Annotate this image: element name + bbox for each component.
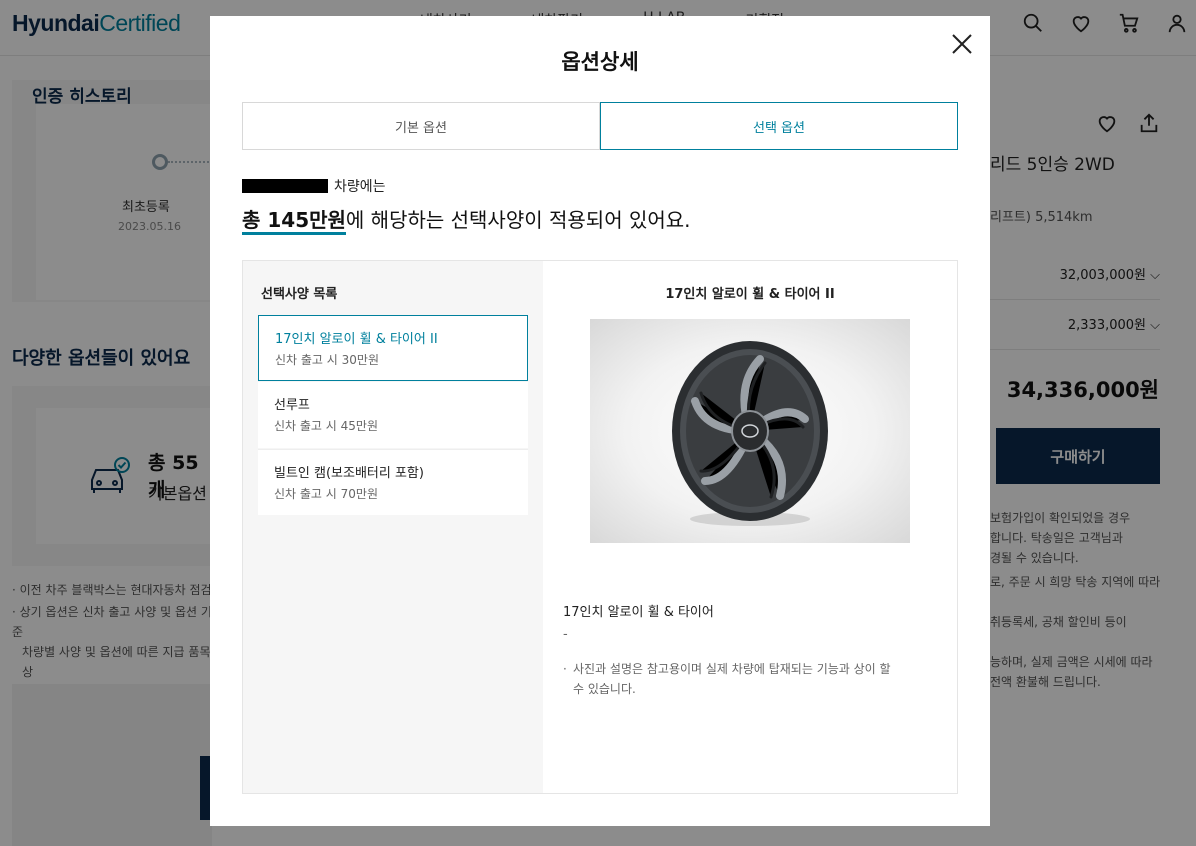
option-detail-modal: 옵션상세 기본 옵션 선택 옵션 차량에는 총 145만원에 해당하는 선택사양… — [210, 16, 990, 826]
tab-basic-options[interactable]: 기본 옵션 — [242, 102, 600, 150]
option-item-sunroof[interactable]: 선루프 신차 출고 시 45만원 — [258, 382, 528, 448]
option-price: 신차 출고 시 70만원 — [274, 487, 378, 501]
option-tabs: 기본 옵션 선택 옵션 — [242, 102, 958, 150]
option-item-alloy-wheel[interactable]: 17인치 알로이 휠 & 타이어 II 신차 출고 시 30만원 — [258, 315, 528, 381]
detail-title: 17인치 알로이 휠 & 타이어 II — [665, 287, 835, 302]
option-content: 선택사양 목록 17인치 알로이 휠 & 타이어 II 신차 출고 시 30만원… — [242, 260, 958, 794]
modal-title: 옵션상세 — [561, 50, 639, 74]
options-summary: 총 145만원에 해당하는 선택사양이 적용되어 있어요. — [242, 204, 691, 235]
option-list-pane: 선택사양 목록 17인치 알로이 휠 & 타이어 II 신차 출고 시 30만원… — [243, 261, 543, 793]
summary-amount: 총 145만원 — [242, 208, 346, 235]
alloy-wheel-image — [590, 319, 910, 543]
option-price: 신차 출고 시 30만원 — [275, 353, 379, 367]
option-price: 신차 출고 시 45만원 — [274, 419, 378, 433]
option-name: 17인치 알로이 휠 & 타이어 II — [275, 332, 438, 347]
vehicle-line: 차량에는 — [242, 176, 386, 196]
close-icon[interactable] — [950, 32, 974, 56]
detail-option-desc: - — [563, 627, 568, 642]
option-name: 빌트인 캠(보조배터리 포함) — [274, 466, 424, 481]
detail-disclaimer: 사진과 설명은 참고용이며 실제 차량에 탑재되는 기능과 상이 할 수 있습니… — [563, 659, 903, 699]
redacted-vehicle-name — [242, 179, 328, 193]
option-item-builtin-cam[interactable]: 빌트인 캠(보조배터리 포함) 신차 출고 시 70만원 — [258, 449, 528, 515]
option-name: 선루프 — [274, 398, 310, 413]
wheel-icon — [672, 341, 828, 526]
option-list-title: 선택사양 목록 — [261, 287, 338, 302]
summary-text: 에 해당하는 선택사양이 적용되어 있어요. — [345, 208, 691, 232]
detail-option-name: 17인치 알로이 휠 & 타이어 — [563, 605, 714, 620]
vehicle-suffix: 차량에는 — [334, 179, 386, 195]
option-detail-pane: 17인치 알로이 휠 & 타이어 II 17인치 알로이 휠 & 타이어 - ·… — [543, 261, 957, 793]
tab-selected-options[interactable]: 선택 옵션 — [600, 102, 958, 150]
